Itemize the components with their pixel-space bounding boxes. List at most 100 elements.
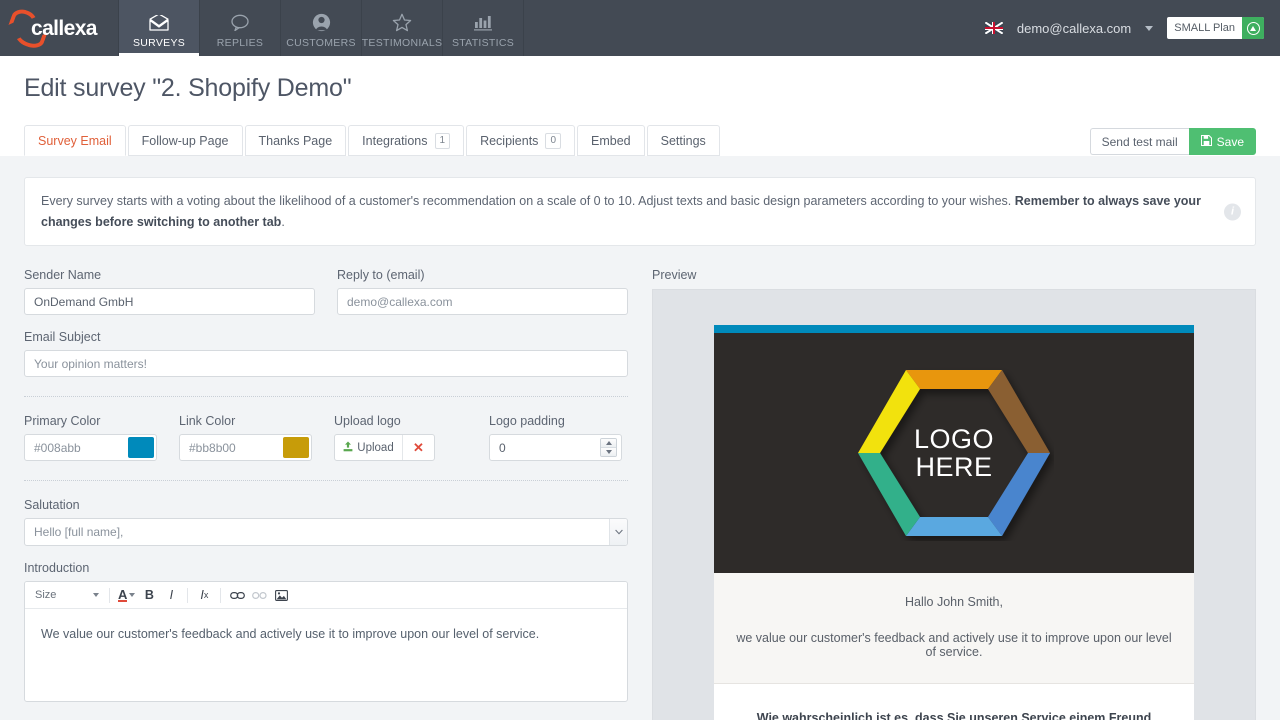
reply-to-input[interactable]: demo@callexa.com — [337, 288, 628, 315]
link-color-input[interactable]: #bb8b00 — [179, 434, 312, 461]
tab-label: Thanks Page — [259, 134, 333, 148]
email-subject-input[interactable]: Your opinion matters! — [24, 350, 628, 377]
font-size-dropdown[interactable]: Size — [31, 589, 103, 601]
salutation-select[interactable]: Hello [full name], — [24, 518, 628, 546]
stepper-buttons — [600, 438, 617, 457]
toolbar-divider — [109, 588, 110, 603]
salutation-group: Salutation Hello [full name], — [24, 498, 628, 546]
upload-logo-group: Upload logo Upload ✕ — [334, 414, 467, 461]
primary-color-input[interactable]: #008abb — [24, 434, 157, 461]
top-navigation-bar: callexa SURVEYS REPLIES CUSTOMERS TESTIM… — [0, 0, 1280, 56]
upload-button[interactable]: Upload — [335, 435, 402, 460]
logo-padding-stepper[interactable]: 0 — [489, 434, 622, 461]
nav-item-customers[interactable]: CUSTOMERS — [281, 0, 361, 56]
remove-x-icon[interactable]: ✕ — [402, 435, 434, 460]
upload-logo-control: Upload ✕ — [334, 434, 435, 461]
tab-follow-up-page[interactable]: Follow-up Page — [128, 125, 243, 156]
upgrade-arrow-icon[interactable] — [1242, 17, 1264, 39]
editor-toolbar: Size A B I Ix — [25, 582, 627, 609]
nav-item-surveys[interactable]: SURVEYS — [119, 0, 199, 56]
tab-label: Survey Email — [38, 134, 112, 148]
info-text-part2: . — [281, 215, 284, 229]
plan-badge[interactable]: SMALL Plan — [1167, 17, 1264, 39]
nav-item-statistics[interactable]: STATISTICS — [443, 0, 523, 56]
user-icon — [312, 12, 331, 34]
introduction-text-area[interactable]: We value our customer's feedback and act… — [25, 609, 627, 701]
nav-label: REPLIES — [217, 37, 263, 49]
chevron-down-icon[interactable] — [1145, 26, 1153, 31]
logo-text: LOGO HERE — [854, 365, 1054, 541]
unlink-icon — [249, 585, 269, 605]
send-test-mail-button[interactable]: Send test mail — [1090, 128, 1189, 155]
tab-embed[interactable]: Embed — [577, 125, 645, 156]
logo-padding-label: Logo padding — [489, 414, 622, 428]
link-color-group: Link Color #bb8b00 — [179, 414, 312, 461]
stepper-up-button[interactable] — [601, 439, 616, 448]
tab-recipients[interactable]: Recipients 0 — [466, 125, 575, 156]
primary-color-group: Primary Color #008abb — [24, 414, 157, 461]
nav-label: TESTIMONIALS — [362, 37, 443, 49]
info-banner: Every survey starts with a voting about … — [24, 177, 1256, 246]
sender-name-input[interactable]: OnDemand GmbH — [24, 288, 315, 315]
remove-format-icon[interactable]: Ix — [194, 585, 214, 605]
logo-text-line2: HERE — [915, 453, 992, 481]
nav-label: CUSTOMERS — [286, 37, 356, 49]
info-text-part1: Every survey starts with a voting about … — [41, 194, 1015, 208]
brand-logo[interactable]: callexa — [0, 0, 118, 56]
email-preview: LOGO HERE Hallo John Smith, we value our… — [714, 325, 1194, 720]
preview-intro-block: Hallo John Smith, we value our customer'… — [714, 573, 1194, 684]
link-color-label: Link Color — [179, 414, 312, 428]
link-color-swatch[interactable] — [283, 437, 309, 458]
preview-panel: LOGO HERE Hallo John Smith, we value our… — [652, 289, 1256, 720]
preview-hero: LOGO HERE — [714, 333, 1194, 573]
tab-label: Follow-up Page — [142, 134, 229, 148]
tab-badge: 1 — [435, 133, 451, 149]
tab-thanks-page[interactable]: Thanks Page — [245, 125, 347, 156]
toolbar-divider — [187, 588, 188, 603]
toolbar-divider — [220, 588, 221, 603]
bold-icon[interactable]: B — [139, 585, 159, 605]
logo-text-line1: LOGO — [914, 425, 994, 453]
logo-placeholder: LOGO HERE — [854, 365, 1054, 541]
design-row: Primary Color #008abb Link Color #bb8b00… — [24, 414, 628, 461]
font-color-icon[interactable]: A — [116, 585, 137, 605]
tab-bar: Survey Email Follow-up Page Thanks Page … — [24, 125, 720, 156]
chevron-down-icon[interactable] — [609, 519, 627, 545]
stepper-down-button[interactable] — [601, 448, 616, 456]
upload-label: Upload — [357, 442, 393, 454]
uk-flag-icon[interactable] — [985, 22, 1003, 34]
tab-badge: 0 — [545, 133, 561, 149]
introduction-label: Introduction — [24, 561, 628, 575]
preview-question: Wie wahrscheinlich ist es, dass Sie unse… — [714, 684, 1194, 720]
envelope-icon — [149, 12, 169, 34]
upload-icon — [343, 441, 353, 455]
primary-color-label: Primary Color — [24, 414, 157, 428]
font-size-label: Size — [35, 589, 56, 601]
primary-color-swatch[interactable] — [128, 437, 154, 458]
divider — [24, 396, 628, 397]
divider — [24, 480, 628, 481]
italic-icon[interactable]: I — [161, 585, 181, 605]
save-button[interactable]: Save — [1189, 128, 1256, 155]
tab-survey-email[interactable]: Survey Email — [24, 125, 126, 156]
email-subject-label: Email Subject — [24, 330, 628, 344]
image-icon[interactable] — [271, 585, 291, 605]
logo-padding-value: 0 — [490, 435, 600, 460]
page-body: Every survey starts with a voting about … — [0, 177, 1280, 720]
page-header: Edit survey "2. Shopify Demo" Send test … — [0, 56, 1280, 156]
nav-item-replies[interactable]: REPLIES — [200, 0, 280, 56]
tab-integrations[interactable]: Integrations 1 — [348, 125, 464, 156]
preview-greeting: Hallo John Smith, — [734, 595, 1174, 609]
chat-bubble-icon — [230, 12, 250, 34]
user-email[interactable]: demo@callexa.com — [1017, 21, 1131, 36]
page-title: Edit survey "2. Shopify Demo" — [24, 56, 1256, 103]
logo-padding-group: Logo padding 0 — [489, 414, 622, 461]
brand-name: callexa — [31, 17, 97, 41]
link-icon[interactable] — [227, 585, 247, 605]
tab-settings[interactable]: Settings — [647, 125, 720, 156]
introduction-editor: Size A B I Ix — [24, 581, 628, 702]
nav-item-testimonials[interactable]: TESTIMONIALS — [362, 0, 442, 56]
sender-name-label: Sender Name — [24, 268, 315, 282]
info-icon[interactable]: i — [1224, 203, 1241, 220]
content-columns: Sender Name OnDemand GmbH Reply to (emai… — [24, 268, 1256, 720]
